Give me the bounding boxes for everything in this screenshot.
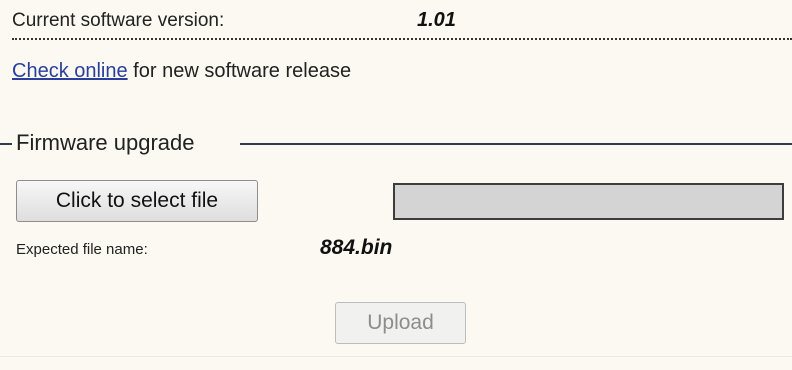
selected-file-field[interactable]	[393, 183, 784, 220]
check-online-link[interactable]: Check online	[12, 60, 128, 82]
fieldset-border-right	[240, 143, 792, 145]
bottom-divider	[0, 356, 792, 357]
check-online-row: Check online for new software release	[12, 60, 351, 83]
expected-file-name-value: 884.bin	[320, 236, 393, 259]
software-version-label: Current software version:	[12, 10, 225, 31]
fieldset-border-left	[0, 143, 12, 145]
software-version-row: Current software version: 1.01	[12, 6, 792, 40]
select-file-button[interactable]: Click to select file	[16, 180, 258, 222]
expected-file-name-label: Expected file name:	[16, 241, 148, 258]
upload-button[interactable]: Upload	[335, 302, 466, 344]
software-version-value: 1.01	[417, 9, 456, 31]
check-online-suffix: for new software release	[127, 60, 352, 82]
firmware-upgrade-title: Firmware upgrade	[16, 130, 195, 155]
